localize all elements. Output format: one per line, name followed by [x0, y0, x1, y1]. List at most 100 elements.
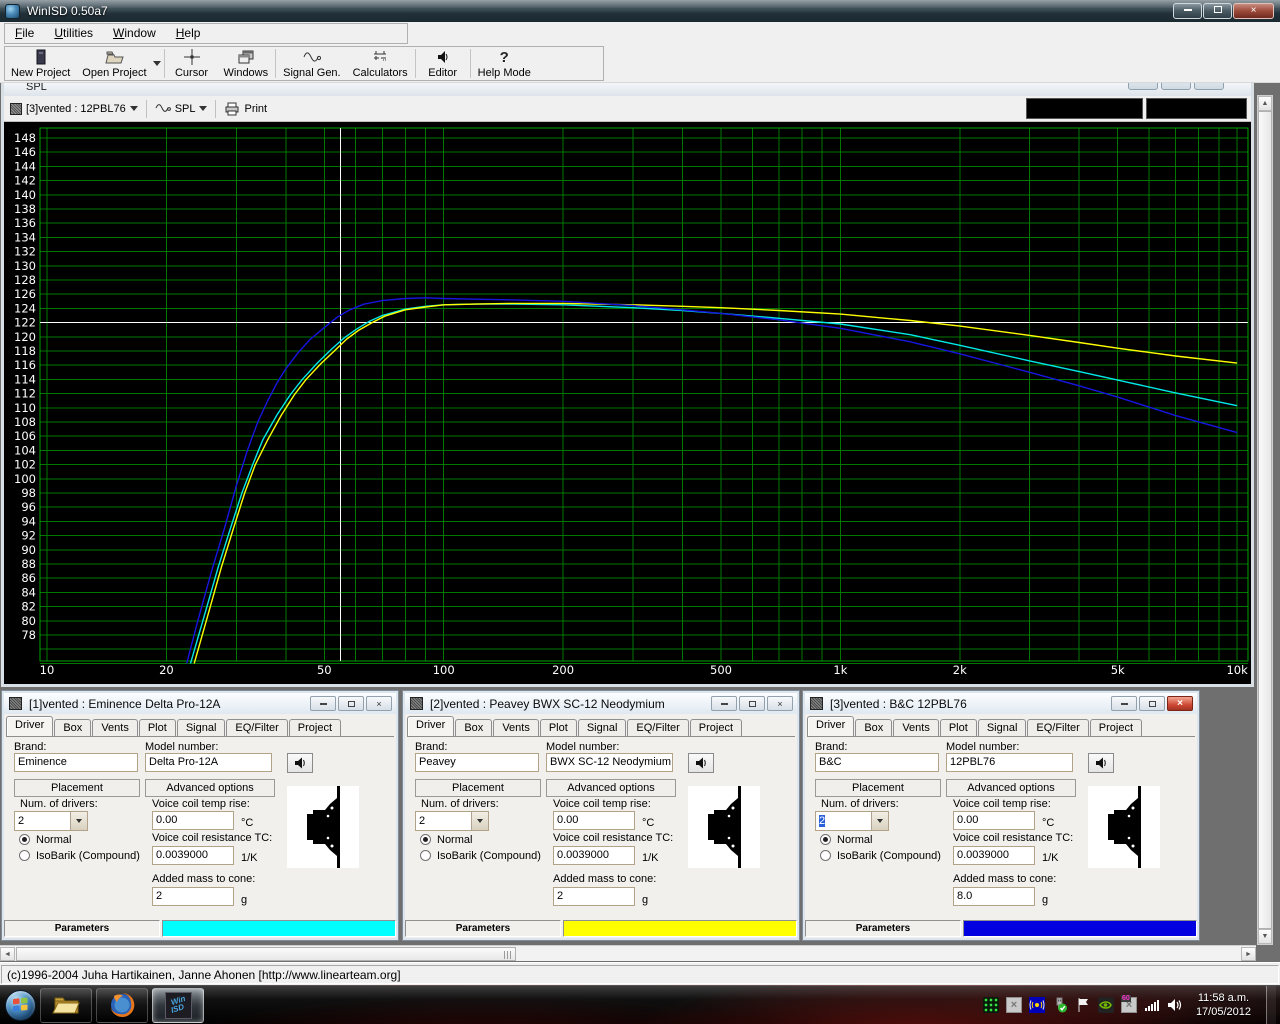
tab-plot[interactable]: Plot [539, 719, 577, 736]
minimize-button[interactable] [310, 696, 336, 711]
resistance-tc-input[interactable]: 0.0039000 [553, 846, 635, 865]
model-input[interactable]: Delta Pro-12A [145, 753, 272, 772]
start-button[interactable] [5, 989, 36, 1021]
advanced-options-button[interactable]: Advanced options [946, 779, 1076, 797]
minimize-button[interactable] [1111, 696, 1137, 711]
windows-button[interactable]: Windows [218, 47, 275, 80]
cursor-button[interactable]: Cursor [166, 47, 218, 80]
scroll-up-icon[interactable]: ▲ [1258, 96, 1272, 111]
temp-rise-input[interactable]: 0.00 [953, 811, 1035, 830]
driver-window-titlebar[interactable]: [3]vented : B&C 12PBL76 × [805, 693, 1197, 714]
tab-eqfilter[interactable]: EQ/Filter [226, 719, 288, 736]
tab-project[interactable]: Project [689, 719, 743, 736]
maximize-button[interactable] [1203, 3, 1232, 19]
combo-dropdown-button[interactable] [871, 812, 888, 830]
close-button[interactable]: × [1167, 696, 1193, 711]
taskbar-firefox-button[interactable] [96, 987, 148, 1023]
scroll-right-icon[interactable]: ► [1241, 947, 1256, 961]
parameters-cell[interactable]: Parameters [805, 920, 961, 937]
minimize-button[interactable] [1173, 3, 1202, 19]
isobarik-radio-label[interactable]: IsoBarik (Compound) [36, 850, 140, 862]
usb-ok-icon[interactable] [1052, 997, 1068, 1013]
tab-signal[interactable]: Signal [577, 719, 627, 736]
normal-radio[interactable] [420, 834, 431, 845]
driver-database-button[interactable] [688, 753, 714, 773]
temp-rise-input[interactable]: 0.00 [553, 811, 635, 830]
tab-box[interactable]: Box [54, 719, 92, 736]
model-input[interactable]: 12PBL76 [946, 753, 1073, 772]
show-desktop-button[interactable] [1266, 985, 1276, 1024]
isobarik-radio[interactable] [19, 850, 30, 861]
scrollbar-thumb[interactable] [16, 947, 516, 961]
open-project-button[interactable]: Open Project [76, 47, 152, 80]
menu-utilities[interactable]: Utilities [44, 24, 103, 43]
placement-button[interactable]: Placement [815, 779, 941, 797]
temp-rise-input[interactable]: 0.00 [152, 811, 234, 830]
taskbar-winisd-button[interactable]: Win ISD [152, 987, 204, 1023]
brand-input[interactable]: Peavey [415, 753, 539, 772]
restore-button[interactable] [1161, 83, 1191, 90]
minimize-button[interactable] [711, 696, 737, 711]
calculators-button[interactable]: Calculators [347, 47, 414, 80]
tab-project[interactable]: Project [288, 719, 342, 736]
horizontal-scrollbar[interactable]: ◄ ► [0, 945, 1256, 961]
tab-signal[interactable]: Signal [176, 719, 226, 736]
network-signal-icon[interactable] [1144, 997, 1160, 1013]
driver-database-button[interactable] [1088, 753, 1114, 773]
tab-driver[interactable]: Driver [407, 716, 455, 736]
tab-plot[interactable]: Plot [138, 719, 176, 736]
normal-radio[interactable] [820, 834, 831, 845]
scroll-down-icon[interactable]: ▼ [1258, 929, 1272, 944]
help-mode-button[interactable]: ? Help Mode [472, 47, 537, 80]
restore-button[interactable] [1139, 696, 1165, 711]
disabled-x-icon[interactable]: × [1005, 997, 1022, 1013]
tab-eqfilter[interactable]: EQ/Filter [627, 719, 689, 736]
plot-type-selector[interactable]: SPL [149, 98, 214, 120]
action-center-flag-icon[interactable] [1075, 997, 1091, 1013]
tab-box[interactable]: Box [855, 719, 893, 736]
nvidia-icon[interactable] [1097, 997, 1114, 1013]
tab-plot[interactable]: Plot [939, 719, 977, 736]
num-drivers-combo[interactable]: 2 [415, 811, 489, 831]
normal-radio-label[interactable]: Normal [36, 834, 71, 846]
combo-dropdown-button[interactable] [471, 812, 488, 830]
brand-input[interactable]: B&C [815, 753, 939, 772]
vertical-scrollbar[interactable]: ▲ ▼ [1257, 95, 1273, 945]
close-button[interactable]: × [366, 696, 392, 711]
normal-radio[interactable] [19, 834, 30, 845]
tab-project[interactable]: Project [1089, 719, 1143, 736]
tab-vents[interactable]: Vents [893, 719, 939, 736]
close-button[interactable] [1194, 83, 1224, 90]
isobarik-radio[interactable] [820, 850, 831, 861]
scrollbar-thumb[interactable] [1258, 111, 1272, 929]
added-mass-input[interactable]: 2 [553, 887, 635, 906]
plotted-driver-selector[interactable]: [3]vented : 12PBL76 [4, 98, 144, 120]
model-input[interactable]: BWX SC-12 Neodymium [546, 753, 673, 772]
resistance-tc-input[interactable]: 0.0039000 [953, 846, 1035, 865]
spl-window-titlebar[interactable]: SPL [4, 83, 1251, 96]
num-drivers-combo[interactable]: 2 [815, 811, 889, 831]
driver-database-button[interactable] [287, 753, 313, 773]
tab-signal[interactable]: Signal [977, 719, 1027, 736]
added-mass-input[interactable]: 8.0 [953, 887, 1035, 906]
main-titlebar[interactable]: WinISD 0.50a7 × [0, 0, 1280, 22]
radio-beacon-icon[interactable] [1028, 997, 1045, 1013]
isobarik-radio-label[interactable]: IsoBarik (Compound) [437, 850, 541, 862]
restore-button[interactable] [739, 696, 765, 711]
open-project-dropdown-icon[interactable] [152, 61, 161, 70]
tab-vents[interactable]: Vents [493, 719, 539, 736]
menu-help[interactable]: Help [166, 24, 211, 43]
resistance-tc-input[interactable]: 0.0039000 [152, 846, 234, 865]
advanced-options-button[interactable]: Advanced options [145, 779, 275, 797]
parameters-cell[interactable]: Parameters [405, 920, 561, 937]
tab-vents[interactable]: Vents [92, 719, 138, 736]
normal-radio-label[interactable]: Normal [837, 834, 872, 846]
print-button[interactable]: Print [218, 98, 273, 120]
num-drivers-combo[interactable]: 2 [14, 811, 88, 831]
tab-driver[interactable]: Driver [6, 716, 54, 736]
tab-driver[interactable]: Driver [807, 716, 855, 736]
disabled-x-60-icon[interactable]: × 60 [1120, 995, 1137, 1013]
close-button[interactable]: × [1233, 3, 1274, 19]
driver-window-titlebar[interactable]: [2]vented : Peavey BWX SC-12 Neodymium × [405, 693, 797, 714]
parameters-cell[interactable]: Parameters [4, 920, 160, 937]
